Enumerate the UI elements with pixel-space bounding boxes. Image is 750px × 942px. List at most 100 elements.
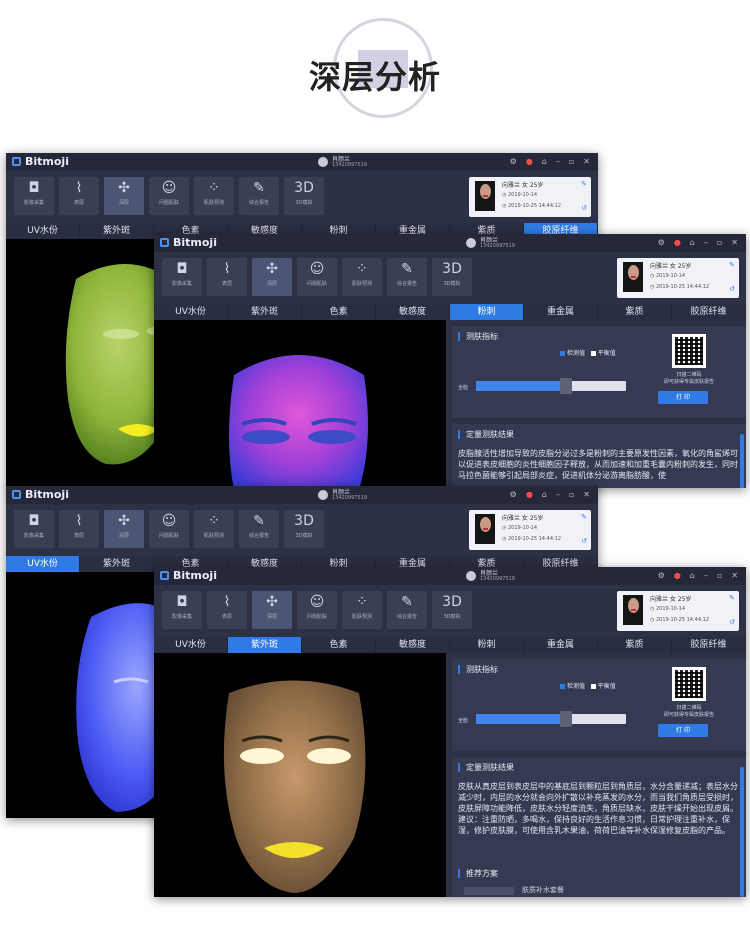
user-avatar[interactable] — [318, 157, 328, 167]
chart-icon: ⌇ — [75, 180, 83, 196]
toolbar-button-report[interactable]: ✎ 综合报告 — [239, 177, 279, 215]
toolbar-button-3d[interactable]: 3D 3D模拟 — [284, 177, 324, 215]
toolbar-button-dots[interactable]: ⁘ 肌肤预测 — [194, 177, 234, 215]
home-icon[interactable]: ⌂ — [690, 237, 695, 248]
toolbar-button-dots[interactable]: ⁘ 肌肤预测 — [342, 258, 382, 296]
edit-icon[interactable]: ✎ — [581, 513, 587, 521]
toolbar-button-camera[interactable]: ◘ 影像采集 — [14, 510, 54, 548]
tab-6[interactable]: 紫质 — [598, 637, 672, 653]
toolbar-button-chart[interactable]: ⌇ 表层 — [59, 510, 99, 548]
scrollbar[interactable] — [740, 767, 744, 897]
toolbar-button-face[interactable]: ☺ 问题肌肤 — [297, 591, 337, 629]
close-icon[interactable]: ✕ — [583, 156, 590, 167]
settings-icon[interactable]: ⚙ — [658, 237, 665, 248]
maximize-icon[interactable]: ▫ — [717, 237, 722, 248]
toolbar-button-3d[interactable]: 3D 3D模拟 — [432, 258, 472, 296]
back-icon[interactable]: ↺ — [729, 618, 735, 626]
close-icon[interactable]: ✕ — [731, 237, 738, 248]
toolbar-button-dots[interactable]: ⁘ 肌肤预测 — [194, 510, 234, 548]
toolbar-button-camera[interactable]: ◘ 影像采集 — [14, 177, 54, 215]
tab-5[interactable]: 重金属 — [524, 304, 598, 320]
toolbar-button-chart[interactable]: ⌇ 表层 — [59, 177, 99, 215]
close-icon[interactable]: ✕ — [583, 489, 590, 500]
toolbar-button-report[interactable]: ✎ 综合报告 — [387, 591, 427, 629]
toolbar-button-report[interactable]: ✎ 综合报告 — [387, 258, 427, 296]
full-face-slider[interactable] — [476, 378, 626, 394]
toolbar-button-face[interactable]: ☺ 问题肌肤 — [149, 510, 189, 548]
tab-4[interactable]: 粉刺 — [450, 637, 524, 653]
tab-4[interactable]: 粉刺 — [450, 304, 524, 320]
tab-3[interactable]: 敏感度 — [376, 304, 450, 320]
maximize-icon[interactable]: ▫ — [717, 570, 722, 581]
user-avatar[interactable] — [466, 571, 476, 581]
toolbar-button-face[interactable]: ☺ 问题肌肤 — [297, 258, 337, 296]
scrollbar[interactable] — [740, 434, 744, 488]
toolbar-button-camera[interactable]: ◘ 影像采集 — [162, 591, 202, 629]
tab-1[interactable]: 紫外斑 — [228, 637, 302, 653]
toolbar-button-chart[interactable]: ⌇ 表层 — [207, 258, 247, 296]
slider-thumb[interactable] — [560, 378, 572, 394]
toolbar-button-molecule[interactable]: ✣ 深层 — [104, 177, 144, 215]
tab-1[interactable]: 紫外斑 — [228, 304, 302, 320]
brown-face-scan — [223, 680, 366, 893]
tab-0[interactable]: UV水份 — [154, 637, 228, 653]
notification-icon[interactable]: ● — [674, 570, 681, 581]
minimize-icon[interactable]: – — [556, 156, 560, 167]
minimize-icon[interactable]: – — [704, 237, 708, 248]
toolbar-button-chart[interactable]: ⌇ 表层 — [207, 591, 247, 629]
edit-icon[interactable]: ✎ — [729, 261, 735, 269]
notification-icon[interactable]: ● — [674, 237, 681, 248]
toolbar-button-molecule[interactable]: ✣ 深层 — [252, 258, 292, 296]
user-avatar[interactable] — [466, 238, 476, 248]
tab-1[interactable]: 紫外斑 — [80, 556, 154, 572]
tab-1[interactable]: 紫外斑 — [80, 223, 154, 239]
tab-6[interactable]: 紫质 — [598, 304, 672, 320]
full-face-slider[interactable] — [476, 711, 626, 727]
user-avatar[interactable] — [318, 490, 328, 500]
maximize-icon[interactable]: ▫ — [569, 489, 574, 500]
back-icon[interactable]: ↺ — [581, 204, 587, 212]
toolbar-button-camera[interactable]: ◘ 影像采集 — [162, 258, 202, 296]
edit-icon[interactable]: ✎ — [729, 594, 735, 602]
tab-0[interactable]: UV水份 — [6, 556, 80, 572]
toolbar-button-dots[interactable]: ⁘ 肌肤预测 — [342, 591, 382, 629]
home-icon[interactable]: ⌂ — [542, 489, 547, 500]
tab-7[interactable]: 胶原纤维 — [672, 304, 746, 320]
recommend-chip[interactable] — [464, 887, 514, 895]
maximize-icon[interactable]: ▫ — [569, 156, 574, 167]
settings-icon[interactable]: ⚙ — [510, 156, 517, 167]
settings-icon[interactable]: ⚙ — [510, 489, 517, 500]
print-button[interactable]: 打 印 — [658, 724, 708, 737]
toolbar-label: 3D模拟 — [443, 281, 461, 287]
toolbar-button-3d[interactable]: 3D 3D模拟 — [432, 591, 472, 629]
toolbar-button-face[interactable]: ☺ 问题肌肤 — [149, 177, 189, 215]
notification-icon[interactable]: ● — [526, 489, 533, 500]
3d-icon: 3D — [294, 180, 314, 196]
toolbar-button-report[interactable]: ✎ 综合报告 — [239, 510, 279, 548]
settings-icon[interactable]: ⚙ — [658, 570, 665, 581]
toolbar-button-3d[interactable]: 3D 3D模拟 — [284, 510, 324, 548]
slider-thumb[interactable] — [560, 711, 572, 727]
tab-2[interactable]: 色素 — [302, 637, 376, 653]
tab-7[interactable]: 胶原纤维 — [672, 637, 746, 653]
toolbar-button-molecule[interactable]: ✣ 深层 — [252, 591, 292, 629]
print-button[interactable]: 打 印 — [658, 391, 708, 404]
tab-5[interactable]: 重金属 — [524, 637, 598, 653]
molecule-icon: ✣ — [118, 513, 130, 529]
notification-icon[interactable]: ● — [526, 156, 533, 167]
tab-3[interactable]: 敏感度 — [376, 637, 450, 653]
profile-date: ◷ 2019-10-14 — [650, 606, 686, 612]
home-icon[interactable]: ⌂ — [690, 570, 695, 581]
back-icon[interactable]: ↺ — [729, 285, 735, 293]
edit-icon[interactable]: ✎ — [581, 180, 587, 188]
back-icon[interactable]: ↺ — [581, 537, 587, 545]
tab-0[interactable]: UV水份 — [154, 304, 228, 320]
tab-2[interactable]: 色素 — [302, 304, 376, 320]
close-icon[interactable]: ✕ — [731, 570, 738, 581]
toolbar-button-molecule[interactable]: ✣ 深层 — [104, 510, 144, 548]
analysis-tabs: UV水份 紫外斑 色素 敏感度 粉刺 重金属 紫质 胶原纤维 — [154, 304, 746, 320]
home-icon[interactable]: ⌂ — [542, 156, 547, 167]
minimize-icon[interactable]: – — [556, 489, 560, 500]
tab-0[interactable]: UV水份 — [6, 223, 80, 239]
minimize-icon[interactable]: – — [704, 570, 708, 581]
